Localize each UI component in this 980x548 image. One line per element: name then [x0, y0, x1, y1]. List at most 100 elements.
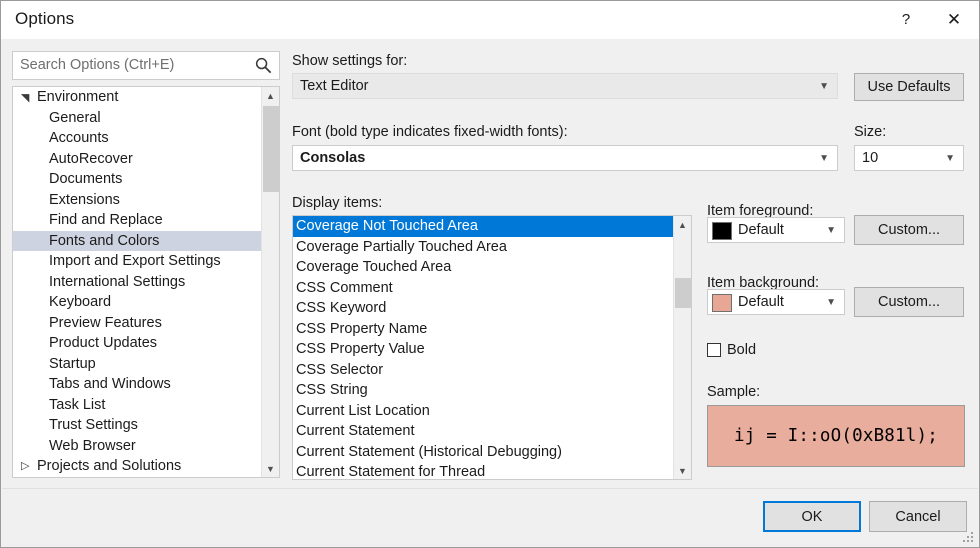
- show-settings-label: Show settings for:: [292, 53, 408, 69]
- sidebar-item-international-settings[interactable]: International Settings: [13, 272, 262, 293]
- sidebar-item-preview-features[interactable]: Preview Features: [13, 313, 262, 334]
- display-item-row[interactable]: CSS Selector: [293, 360, 674, 381]
- sidebar-item-label: Trust Settings: [49, 417, 138, 433]
- sidebar-item-find-and-replace[interactable]: Find and Replace: [13, 210, 262, 231]
- sidebar-item-trust-settings[interactable]: Trust Settings: [13, 415, 262, 436]
- item-foreground-custom-button[interactable]: Custom...: [854, 215, 964, 245]
- sidebar-item-label: Keyboard: [49, 294, 112, 310]
- font-combo[interactable]: Consolas ▼: [292, 145, 838, 171]
- size-combo[interactable]: 10 ▼: [854, 145, 964, 171]
- sample-text: ij = I::oO(0xB81l);: [734, 426, 938, 446]
- sample-preview: ij = I::oO(0xB81l);: [707, 405, 965, 467]
- sidebar-item-documents[interactable]: Documents: [13, 169, 262, 190]
- chevron-down-icon: ▼: [819, 80, 829, 92]
- item-background-combo[interactable]: Default ▼: [707, 289, 845, 315]
- ok-button[interactable]: OK: [763, 501, 861, 532]
- sidebar-item-task-list[interactable]: Task List: [13, 395, 262, 416]
- sidebar-item-label: AutoRecover: [49, 150, 133, 167]
- sidebar-item-tabs-and-windows[interactable]: Tabs and Windows: [13, 374, 262, 395]
- display-item-row[interactable]: Coverage Not Touched Area: [293, 216, 674, 237]
- sidebar-item-label: Import and Export Settings: [49, 253, 221, 269]
- tree-scrollbar[interactable]: ▲ ▼: [261, 87, 279, 477]
- size-value: 10: [862, 150, 879, 166]
- chevron-expanded-icon[interactable]: [21, 87, 33, 108]
- display-items-list-inner: Coverage Not Touched Area Coverage Partia…: [293, 216, 674, 479]
- resize-grip-icon[interactable]: [962, 532, 974, 544]
- sidebar-item-label: Projects and Solutions: [37, 458, 182, 474]
- bold-checkbox[interactable]: [707, 343, 721, 357]
- chevron-down-icon: ▼: [819, 152, 829, 164]
- sidebar-item-label: Environment: [37, 89, 119, 105]
- show-settings-combo[interactable]: Text Editor ▼: [292, 73, 838, 99]
- tree-scroll-up-button[interactable]: ▲: [262, 87, 279, 104]
- sidebar-item-accounts[interactable]: Accounts: [13, 128, 262, 149]
- close-icon: ✕: [946, 9, 962, 29]
- display-item-row[interactable]: Coverage Partially Touched Area: [293, 237, 674, 258]
- help-button[interactable]: ?: [883, 1, 929, 38]
- chevron-collapsed-icon[interactable]: [21, 456, 33, 477]
- page-title: Options: [15, 9, 75, 28]
- cancel-button[interactable]: Cancel: [869, 501, 967, 532]
- sidebar-item-label: Fonts and Colors: [49, 232, 160, 249]
- sidebar-item-import-and-export-settings[interactable]: Import and Export Settings: [13, 251, 262, 272]
- sidebar-item-autorecover[interactable]: AutoRecover: [13, 149, 262, 170]
- settings-tree: Environment General Accounts AutoRecover Doc…: [12, 86, 280, 478]
- use-defaults-button[interactable]: Use Defaults: [854, 73, 964, 101]
- item-foreground-combo[interactable]: Default ▼: [707, 217, 845, 243]
- sidebar-item-label: International Settings: [49, 273, 186, 290]
- item-background-value: Default: [738, 294, 784, 310]
- display-item-row[interactable]: Current Statement for Thread: [293, 462, 674, 479]
- item-background-custom-button[interactable]: Custom...: [854, 287, 964, 317]
- display-item-row[interactable]: Current Statement (Historical Debugging): [293, 442, 674, 463]
- sidebar-item-product-updates[interactable]: Product Updates: [13, 333, 262, 354]
- display-item-row[interactable]: CSS Property Name: [293, 319, 674, 340]
- chevron-down-icon: ▼: [826, 224, 836, 236]
- sidebar-item-keyboard[interactable]: Keyboard: [13, 292, 262, 313]
- font-label: Font (bold type indicates fixed-width fo…: [292, 124, 568, 140]
- display-items-scrollbar-thumb[interactable]: [675, 278, 691, 308]
- item-background-swatch: [712, 294, 732, 312]
- sidebar-item-label: Product Updates: [49, 335, 158, 351]
- question-mark-icon: ?: [901, 11, 911, 28]
- sidebar-item-projects-and-solutions[interactable]: Projects and Solutions: [13, 456, 262, 477]
- sidebar-item-extensions[interactable]: Extensions: [13, 190, 262, 211]
- sidebar-item-label: Preview Features: [49, 314, 162, 331]
- display-items-scrollbar[interactable]: ▲ ▼: [673, 216, 691, 479]
- sidebar-item-label: Task List: [49, 396, 106, 413]
- sidebar-item-environment[interactable]: Environment: [13, 87, 262, 108]
- sidebar-item-general[interactable]: General: [13, 108, 262, 129]
- sidebar-item-fonts-and-colors[interactable]: Fonts and Colors: [13, 230, 262, 251]
- sidebar-item-label: Extensions: [49, 191, 120, 208]
- sidebar-item-startup[interactable]: Startup: [13, 354, 262, 375]
- tree-scroll-down-button[interactable]: ▼: [262, 460, 279, 477]
- display-item-row[interactable]: CSS Property Value: [293, 339, 674, 360]
- search-input[interactable]: [20, 52, 245, 79]
- display-item-row[interactable]: CSS String: [293, 380, 674, 401]
- bold-checkbox-row[interactable]: Bold: [707, 342, 756, 358]
- display-items-list: Coverage Not Touched Area Coverage Partia…: [292, 215, 692, 480]
- sidebar-item-web-browser[interactable]: Web Browser: [13, 436, 262, 457]
- sidebar-item-label: Startup: [49, 355, 96, 372]
- display-items-scroll-down-button[interactable]: ▼: [674, 462, 691, 479]
- display-item-row[interactable]: Current Statement: [293, 421, 674, 442]
- search-icon: [255, 57, 272, 74]
- sidebar-item-label: Find and Replace: [49, 212, 163, 228]
- display-item-row[interactable]: CSS Comment: [293, 278, 674, 299]
- search-box[interactable]: [12, 51, 280, 80]
- sidebar-item-label: Tabs and Windows: [49, 376, 171, 392]
- display-items-scroll-up-button[interactable]: ▲: [674, 216, 691, 233]
- display-item-row[interactable]: CSS Keyword: [293, 298, 674, 319]
- settings-tree-list: Environment General Accounts AutoRecover Doc…: [13, 87, 262, 477]
- sidebar-item-label: Accounts: [49, 130, 109, 146]
- chevron-down-icon: ▼: [945, 152, 955, 164]
- tree-scrollbar-thumb[interactable]: [263, 106, 279, 192]
- options-dialog: Options ? ✕ Environment General Accounts Au…: [0, 0, 980, 548]
- bold-label: Bold: [727, 342, 757, 358]
- item-foreground-swatch: [712, 222, 732, 240]
- sidebar-item-label: General: [49, 109, 101, 126]
- display-item-row[interactable]: Current List Location: [293, 401, 674, 422]
- display-item-row[interactable]: Coverage Touched Area: [293, 257, 674, 278]
- font-value: Consolas: [300, 150, 366, 166]
- close-button[interactable]: ✕: [931, 1, 977, 38]
- sample-label: Sample:: [707, 384, 761, 400]
